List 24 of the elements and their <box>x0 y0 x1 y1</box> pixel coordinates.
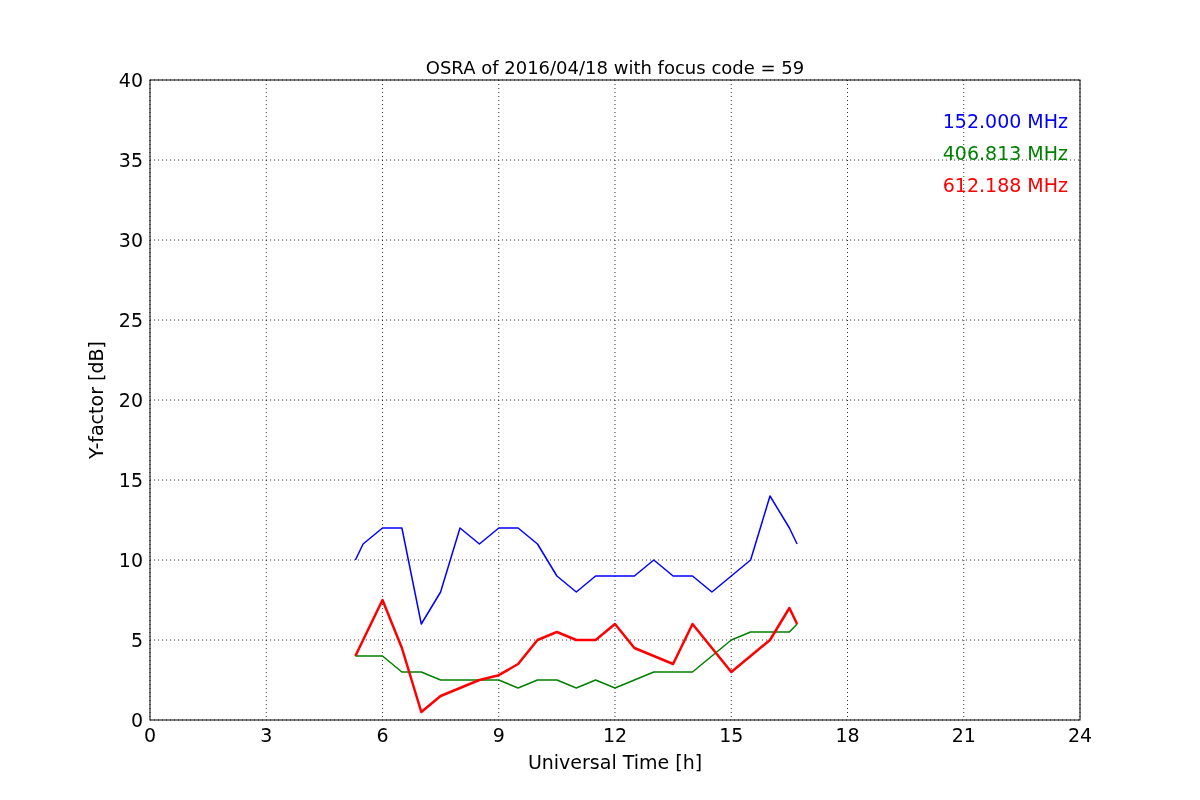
tick-label: 25 <box>118 309 143 331</box>
tick-label: 15 <box>719 724 744 746</box>
tick-label: 5 <box>130 629 143 651</box>
tick-label: 0 <box>143 724 157 746</box>
axis-label: Universal Time [h] <box>527 751 703 773</box>
tick-label: 6 <box>376 724 389 746</box>
tick-label: 18 <box>835 724 860 746</box>
tick-label: 12 <box>602 724 628 746</box>
axis-label: Y-factor [dB] <box>85 341 107 459</box>
tick-label: 9 <box>492 724 505 746</box>
tick-label: 40 <box>118 69 143 91</box>
tick-label: 0 <box>130 709 143 731</box>
tick-label: 15 <box>118 469 143 491</box>
chart-title: OSRA of 2016/04/18 with focus code = 59 <box>425 57 805 78</box>
tick-label: 3 <box>260 724 273 746</box>
legend-label: 612.188 MHz <box>942 174 1068 196</box>
tick-label: 35 <box>118 149 143 171</box>
tick-label: 30 <box>118 229 143 251</box>
tick-label: 10 <box>118 549 143 571</box>
tick-label: 20 <box>118 389 143 411</box>
tick-label: 24 <box>1067 724 1093 746</box>
legend-label: 406.813 MHz <box>942 142 1068 164</box>
tick-label: 21 <box>951 724 976 746</box>
legend-label: 152.000 MHz <box>942 110 1068 132</box>
